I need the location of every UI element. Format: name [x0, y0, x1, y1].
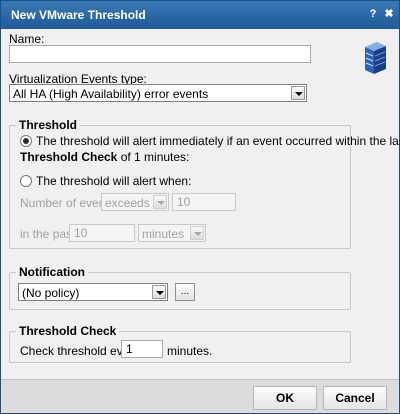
dialog-footer: OK Cancel	[1, 379, 399, 413]
chevron-down-icon	[291, 86, 305, 100]
check-interval-input[interactable]	[121, 340, 163, 358]
close-icon[interactable]: ✖	[383, 8, 395, 20]
threshold-check-group-title: Threshold Check	[16, 324, 120, 338]
events-type-value: All HA (High Availability) error events	[13, 87, 209, 101]
comparison-value: exceeds	[105, 196, 150, 210]
chevron-down-icon	[190, 226, 204, 240]
event-count-input[interactable]	[172, 193, 236, 211]
threshold-check-ref-tail: of 1 minutes:	[117, 150, 190, 164]
immediate-alert-radio[interactable]	[20, 135, 32, 147]
name-input[interactable]	[9, 45, 311, 63]
immediate-alert-label-line2: Threshold Check of 1 minutes:	[20, 150, 189, 164]
check-interval-unit: minutes.	[167, 344, 213, 358]
help-icon[interactable]: ?	[367, 8, 379, 20]
events-type-select[interactable]: All HA (High Availability) error events	[9, 84, 307, 102]
vmware-threshold-dialog: New VMware Threshold ? ✖ Name: Virtualiz…	[0, 0, 400, 414]
ok-button[interactable]: OK	[253, 386, 317, 410]
in-past-label: in the past	[20, 227, 76, 241]
name-label: Name:	[9, 32, 45, 46]
title-bar: New VMware Threshold ? ✖	[1, 1, 399, 29]
chevron-down-icon	[152, 285, 166, 299]
past-unit-select[interactable]: minutes	[138, 224, 206, 242]
cancel-button[interactable]: Cancel	[323, 386, 387, 410]
immediate-alert-label: The threshold will alert immediately if …	[36, 134, 400, 148]
past-value-input[interactable]	[69, 224, 135, 242]
window-title: New VMware Threshold	[11, 8, 146, 22]
chevron-down-icon	[153, 195, 167, 209]
alert-when-label: The threshold will alert when:	[36, 174, 192, 188]
threshold-group-title: Threshold	[16, 118, 81, 132]
notification-group-title: Notification	[16, 265, 88, 279]
notification-policy-value: (No policy)	[22, 286, 80, 300]
server-icon	[365, 42, 386, 74]
alert-when-radio[interactable]	[20, 175, 32, 187]
comparison-select[interactable]: exceeds	[101, 193, 169, 211]
threshold-check-ref: Threshold Check	[20, 150, 118, 164]
notification-policy-select[interactable]: (No policy)	[18, 283, 168, 301]
past-unit-value: minutes	[142, 227, 185, 241]
edit-policy-button[interactable]: ...	[175, 283, 195, 301]
